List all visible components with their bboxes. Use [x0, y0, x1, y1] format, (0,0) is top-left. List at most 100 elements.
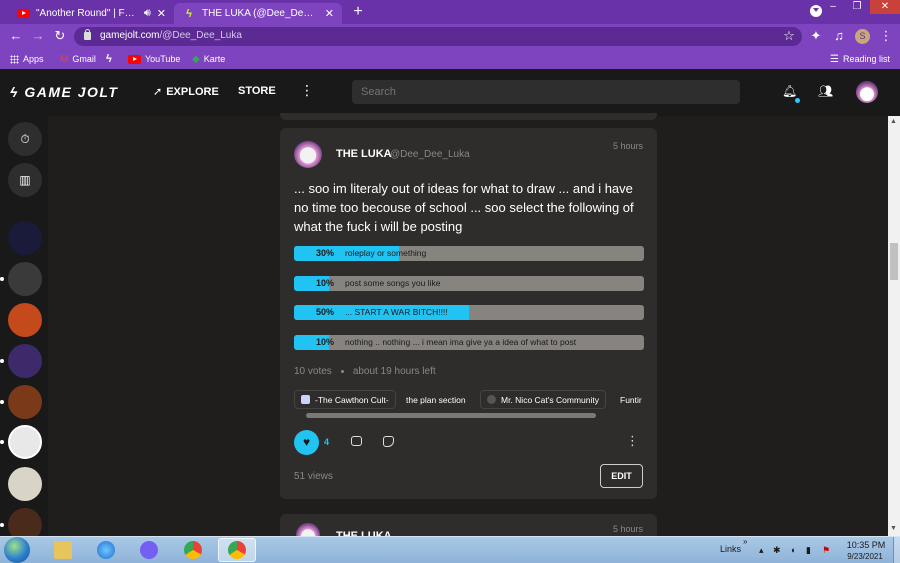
- store-link[interactable]: STORE: [238, 85, 276, 97]
- gmail-icon: M: [60, 53, 69, 65]
- show-desktop-button[interactable]: [893, 537, 900, 563]
- tab-another-round[interactable]: "Another Round" | FNAF FUN 🔊︎ ✕: [8, 3, 174, 24]
- taskbar-explorer[interactable]: [44, 538, 82, 562]
- scroll-down-arrow-icon[interactable]: ▼: [890, 525, 897, 532]
- sidebar-community-1[interactable]: [8, 221, 42, 255]
- links-toolbar[interactable]: Links: [720, 544, 741, 554]
- poll-option[interactable]: 50% ... START A WAR BITCH!!!!: [294, 305, 644, 320]
- tab-title: "Another Round" | FNAF FUN: [36, 8, 138, 19]
- bookmark-gmail[interactable]: M Gmail: [60, 53, 96, 65]
- author-handle[interactable]: @Dee_Dee_Luka: [390, 149, 470, 160]
- community-tag[interactable]: Funtir: [614, 390, 646, 409]
- extensions-icon[interactable]: ✦: [808, 28, 824, 44]
- edit-button[interactable]: EDIT: [600, 464, 643, 488]
- post-text: ... soo im literaly out of ideas for wha…: [294, 181, 634, 234]
- bookmark-youtube[interactable]: YouTube: [128, 53, 180, 65]
- new-tab-button[interactable]: +: [350, 2, 366, 22]
- page-scroll-thumb[interactable]: [890, 243, 898, 280]
- poll-option[interactable]: 30% roleplay or something: [294, 246, 644, 261]
- bookmark-karte[interactable]: ◆ Karte: [192, 53, 225, 65]
- reading-list-button[interactable]: ☰ Reading list: [830, 53, 890, 65]
- gamejolt-icon: ϟ: [106, 53, 112, 65]
- bookmark-gamejolt[interactable]: ϟ: [106, 53, 116, 65]
- poll-percent: 10%: [316, 337, 335, 347]
- user-avatar[interactable]: [856, 81, 878, 103]
- sidebar-community-6[interactable]: [8, 425, 42, 459]
- network-icon[interactable]: ▮: [806, 545, 811, 556]
- restore-button[interactable]: ❐: [846, 0, 868, 14]
- gamejolt-logo[interactable]: ϟ GAME JOLT: [10, 84, 118, 100]
- profile-avatar[interactable]: S: [855, 29, 870, 44]
- post-timestamp[interactable]: 5 hours: [613, 141, 643, 151]
- poll-option[interactable]: 10% post some songs you like: [294, 276, 644, 291]
- links-chevrons[interactable]: »: [743, 537, 747, 546]
- like-count[interactable]: 4: [324, 437, 329, 447]
- taskbar-viber[interactable]: [130, 538, 168, 562]
- poll-label: roleplay or something: [345, 248, 427, 258]
- close-icon[interactable]: ✕: [157, 7, 166, 20]
- sidebar-community-5[interactable]: [8, 385, 42, 419]
- sidebar-community-4[interactable]: [8, 344, 42, 378]
- community-tag[interactable]: -The Cawthon Cult-: [294, 390, 396, 409]
- library-icon[interactable]: ▥: [8, 163, 42, 197]
- post-options-icon[interactable]: ⋮: [626, 433, 639, 449]
- reload-icon[interactable]: ↻: [52, 28, 68, 44]
- scroll-up-arrow-icon[interactable]: ▲: [890, 118, 897, 125]
- search-input[interactable]: [352, 80, 740, 104]
- unread-dot: [0, 400, 4, 404]
- author-avatar[interactable]: [294, 140, 322, 168]
- unread-dot: [0, 523, 4, 527]
- friends-icon[interactable]: 👥︎: [818, 84, 833, 98]
- close-window-button[interactable]: ✕: [870, 0, 900, 14]
- explore-link[interactable]: ➚ EXPLORE: [153, 85, 219, 98]
- minimize-button[interactable]: –: [822, 0, 844, 14]
- community-tag[interactable]: the plan section: [400, 390, 472, 409]
- tray-app-icon[interactable]: ✱: [773, 545, 781, 556]
- lock-icon[interactable]: [84, 29, 91, 40]
- tab-search-icon[interactable]: [810, 5, 822, 17]
- taskbar-chrome-active[interactable]: [218, 538, 256, 562]
- media-queue-icon[interactable]: ♫: [831, 28, 847, 44]
- bookmark-label: Karte: [203, 54, 226, 64]
- comment-icon[interactable]: [351, 436, 362, 446]
- close-icon[interactable]: ✕: [325, 7, 334, 20]
- chrome-menu-icon[interactable]: ⋮: [878, 28, 894, 44]
- url-text[interactable]: gamejolt.com/@Dee_Dee_Luka: [100, 30, 242, 41]
- internet-explorer-icon: [97, 541, 115, 559]
- like-button[interactable]: ♥: [294, 430, 319, 455]
- start-button[interactable]: [4, 537, 30, 563]
- community-tags: -The Cawthon Cult- the plan section Mr. …: [294, 390, 646, 410]
- taskbar-ie[interactable]: [87, 538, 125, 562]
- action-center-icon[interactable]: ⚑: [822, 545, 830, 556]
- back-arrow-icon[interactable]: ←: [8, 28, 24, 44]
- activity-feed-icon[interactable]: ⏱︎: [8, 122, 42, 156]
- tab-the-luka[interactable]: ϟ THE LUKA (@Dee_Dee_Luka) - Ga ✕: [174, 3, 342, 24]
- unread-dot: [0, 359, 4, 363]
- bookmark-star-icon[interactable]: ☆: [781, 28, 797, 44]
- page-scrollbar[interactable]: [888, 116, 900, 536]
- volume-icon[interactable]: ◖: [790, 545, 795, 555]
- taskbar-chrome[interactable]: [174, 538, 212, 562]
- bookmark-apps[interactable]: Apps: [10, 53, 44, 65]
- poll-option[interactable]: 10% nothing .. nothing ... i mean ima gi…: [294, 335, 644, 350]
- tab-title: THE LUKA (@Dee_Dee_Luka) - Ga: [202, 8, 319, 19]
- community-tag[interactable]: Mr. Nico Cat's Community: [480, 390, 606, 409]
- community-scrollbar[interactable]: [306, 413, 596, 418]
- gamejolt-icon: ϟ: [186, 7, 192, 20]
- post-timestamp[interactable]: 5 hours: [613, 524, 643, 534]
- more-options-icon[interactable]: ⋮: [300, 82, 314, 99]
- unread-dot: [0, 277, 4, 281]
- clock-time[interactable]: 10:35 PM: [844, 540, 888, 550]
- community-icon: [301, 395, 310, 404]
- forward-arrow-icon[interactable]: →: [30, 28, 46, 44]
- author-name[interactable]: THE LUKA: [336, 148, 392, 160]
- sidebar-community-7[interactable]: [8, 467, 42, 501]
- unread-dot: [0, 440, 4, 444]
- sidebar-community-2[interactable]: [8, 262, 42, 296]
- clock-date[interactable]: 9/23/2021: [840, 552, 890, 561]
- poll-votes: 10 votes: [294, 366, 332, 377]
- sidebar-community-3[interactable]: [8, 303, 42, 337]
- bell-icon[interactable]: 🔔︎: [782, 84, 797, 98]
- speaker-icon[interactable]: 🔊︎: [144, 7, 151, 20]
- tray-expand-icon[interactable]: ▴: [759, 545, 764, 556]
